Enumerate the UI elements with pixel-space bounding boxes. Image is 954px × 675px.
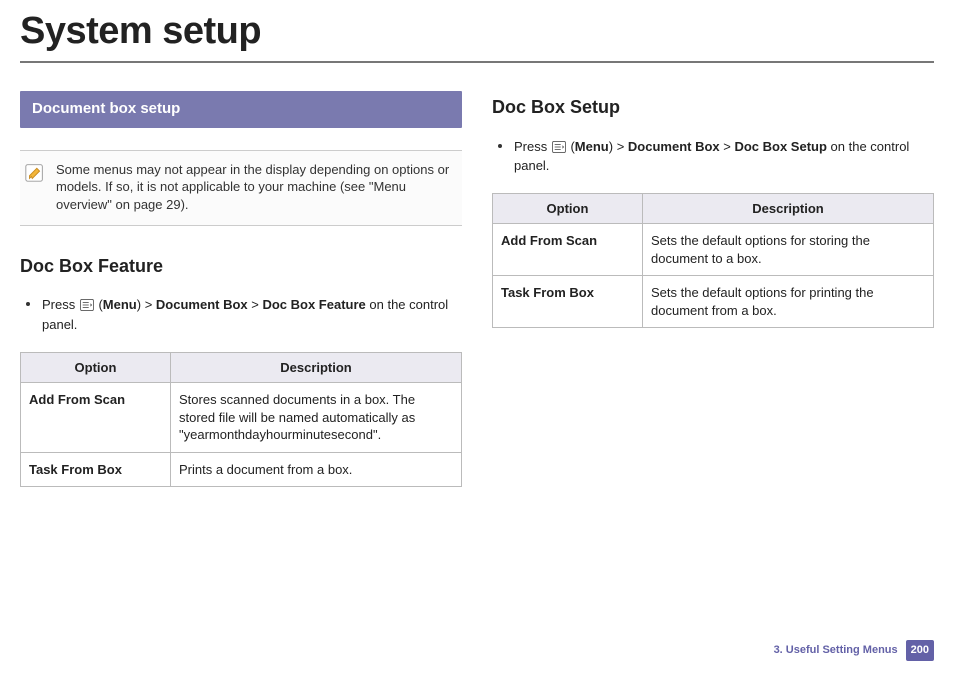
section-bar: Document box setup [20,91,462,127]
left-table: Option Description Add From Scan Stores … [20,352,462,488]
cell-option: Add From Scan [21,383,171,453]
menu-button-icon [80,298,94,316]
note-pencil-icon [24,161,46,183]
right-column: Doc Box Setup Press (Menu) > Document Bo… [492,91,934,487]
cell-description: Stores scanned documents in a box. The s… [171,383,462,453]
th-option: Option [21,352,171,383]
right-nav-bullet: Press (Menu) > Document Box > Doc Box Se… [492,138,934,175]
left-subhead: Doc Box Feature [20,254,462,278]
right-table: Option Description Add From Scan Sets th… [492,193,934,329]
right-subhead: Doc Box Setup [492,95,934,119]
bullet-icon [498,144,502,148]
note-text: Some menus may not appear in the display… [56,161,458,214]
cell-description: Sets the default options for storing the… [643,224,934,276]
cell-option: Task From Box [493,276,643,328]
bullet-icon [26,302,30,306]
right-nav-text: Press (Menu) > Document Box > Doc Box Se… [514,138,934,175]
th-description: Description [171,352,462,383]
cell-option: Add From Scan [493,224,643,276]
cell-description: Sets the default options for printing th… [643,276,934,328]
page-title: System setup [20,0,934,63]
footer-chapter: 3. Useful Setting Menus [774,643,898,658]
cell-description: Prints a document from a box. [171,452,462,487]
table-row: Task From Box Sets the default options f… [493,276,934,328]
menu-button-icon [552,140,566,158]
footer-page-number: 200 [906,640,934,661]
th-option: Option [493,193,643,224]
left-nav-text: Press (Menu) > Document Box > Doc Box Fe… [42,296,462,333]
left-nav-bullet: Press (Menu) > Document Box > Doc Box Fe… [20,296,462,333]
cell-option: Task From Box [21,452,171,487]
left-column: Document box setup Some menus may not ap… [20,91,462,487]
table-row: Add From Scan Sets the default options f… [493,224,934,276]
table-row: Add From Scan Stores scanned documents i… [21,383,462,453]
th-description: Description [643,193,934,224]
table-row: Task From Box Prints a document from a b… [21,452,462,487]
page-footer: 3. Useful Setting Menus 200 [774,640,934,661]
note-box: Some menus may not appear in the display… [20,150,462,227]
